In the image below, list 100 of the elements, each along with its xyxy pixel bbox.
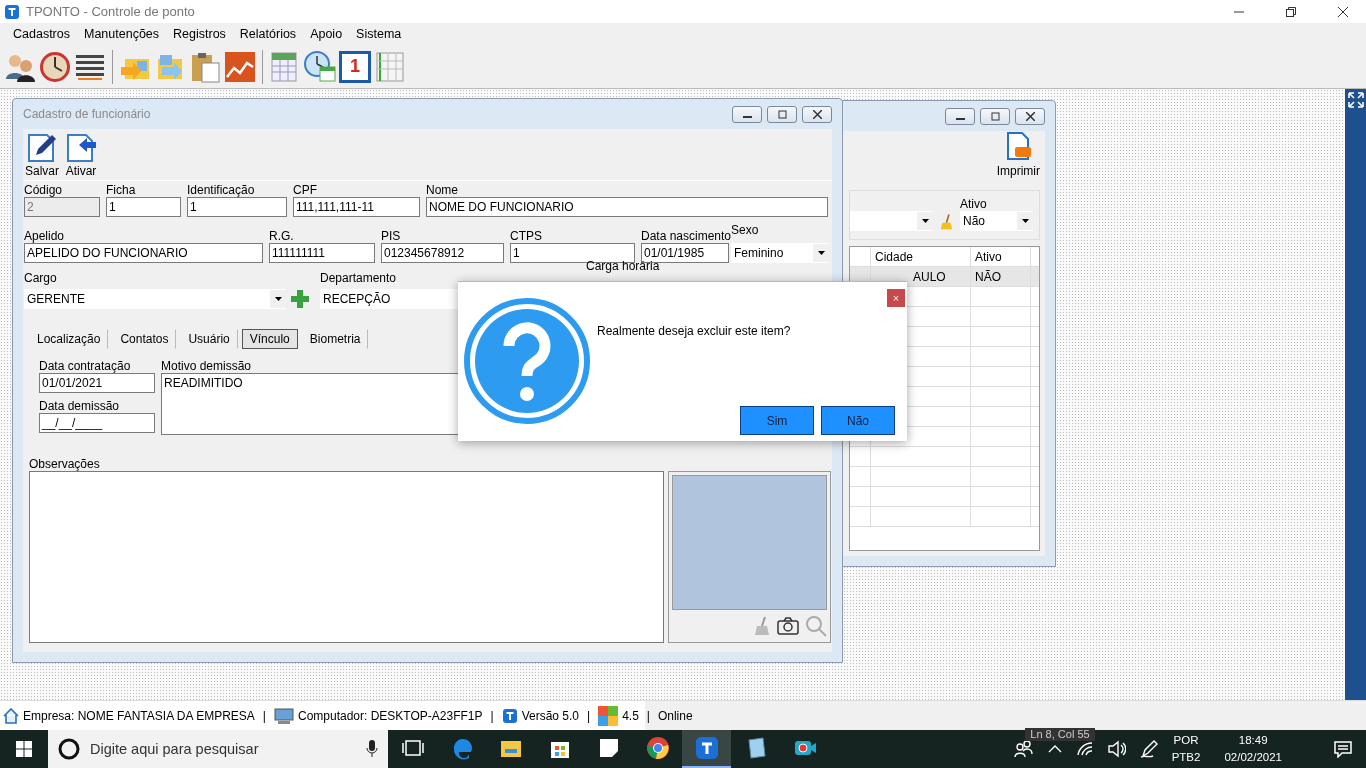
field-label: Identificação: [187, 183, 256, 197]
pen-icon[interactable]: [1139, 739, 1158, 759]
clock[interactable]: 18:49 02/02/2021: [1224, 732, 1282, 766]
caret-icon: [817, 251, 825, 255]
date-field[interactable]: 01/01/2021: [39, 373, 155, 393]
search-field[interactable]: Digite aqui para pesquisar: [48, 730, 388, 768]
close-button[interactable]: ×: [887, 289, 905, 307]
grid-icon[interactable]: [374, 50, 406, 83]
tab[interactable]: Biometria: [301, 329, 369, 349]
text-field[interactable]: 01/01/1985: [641, 243, 729, 263]
calendar-icon[interactable]: 1: [339, 50, 371, 83]
cortana-icon: [58, 738, 80, 760]
yes-button[interactable]: Sim: [740, 406, 814, 435]
restore-icon[interactable]: [777, 109, 787, 119]
menu-item[interactable]: Cadastros: [6, 27, 77, 41]
close-icon[interactable]: [1338, 6, 1348, 17]
chrome-icon[interactable]: [645, 736, 670, 760]
print-button[interactable]: Imprimir: [996, 131, 1040, 178]
clock-calendar-icon[interactable]: [304, 50, 336, 83]
text-field[interactable]: 1: [106, 197, 181, 217]
plus-icon[interactable]: [290, 289, 310, 309]
no-button[interactable]: Não: [821, 406, 895, 435]
menu-item[interactable]: Sistema: [349, 27, 409, 41]
tab[interactable]: Usuário: [180, 329, 238, 349]
column-header: Ativo: [971, 247, 1031, 266]
tiles-icon: [598, 705, 619, 726]
menu-item[interactable]: Relatórios: [232, 27, 304, 41]
windows-icon[interactable]: [16, 741, 32, 757]
computer-icon: [273, 707, 294, 724]
date-field[interactable]: __/__/____: [39, 413, 155, 433]
text-field[interactable]: 1: [187, 197, 287, 217]
text-field[interactable]: 111111111: [269, 243, 375, 263]
status-item: Online: [657, 708, 693, 723]
tab[interactable]: Contatos: [112, 329, 177, 349]
text-field[interactable]: 012345678912: [381, 243, 504, 263]
pencil-page-icon[interactable]: [26, 131, 58, 163]
people-icon[interactable]: [1013, 740, 1034, 758]
close-icon[interactable]: [1025, 111, 1035, 121]
clock-icon[interactable]: [39, 50, 71, 83]
dialog-message: Realmente deseja excluir este item?: [597, 324, 792, 338]
status-item: 4.5: [622, 708, 639, 723]
restore-icon[interactable]: [1286, 6, 1296, 17]
separator: |: [262, 708, 266, 723]
caret-up-icon[interactable]: [1047, 744, 1062, 754]
camera-icon[interactable]: [777, 616, 799, 636]
separator: |: [490, 708, 494, 723]
microphone-icon[interactable]: [366, 740, 378, 758]
activate-button[interactable]: Ativar: [65, 131, 97, 180]
menu-item[interactable]: Apoio: [303, 27, 350, 41]
caret-icon: [921, 219, 929, 223]
window-title: TPONTO - Controle de ponto: [26, 4, 196, 19]
menu-item[interactable]: Registros: [166, 27, 233, 41]
app-logo-icon[interactable]: [4, 3, 20, 20]
fullscreen-icon[interactable]: [1347, 92, 1364, 108]
menu-item[interactable]: Manutenções: [77, 27, 167, 41]
field-label: Nome: [426, 183, 459, 197]
arrow-page-icon[interactable]: [65, 131, 97, 163]
volume-icon[interactable]: [1107, 740, 1126, 758]
tab[interactable]: Localização: [29, 329, 109, 349]
task-view-icon[interactable]: [400, 738, 425, 758]
sexo-combo[interactable]: Feminino: [731, 243, 829, 263]
field-label: CTPS: [510, 229, 543, 243]
restore-icon[interactable]: [990, 111, 1000, 121]
field-label: Data nascimento: [641, 229, 729, 243]
input-language[interactable]: POR PTB2: [1171, 732, 1201, 766]
field-label: Cargo: [24, 271, 58, 285]
field-label: R.G.: [269, 229, 295, 243]
field-label: Data demissão: [39, 399, 121, 413]
close-icon[interactable]: [812, 109, 822, 119]
wifi-icon[interactable]: [1075, 741, 1094, 757]
save-button[interactable]: Salvar: [25, 131, 59, 180]
caret-icon: [1021, 219, 1029, 223]
caret-icon: [274, 297, 282, 301]
ativo-combo[interactable]: Não: [960, 211, 1033, 231]
text-field[interactable]: 111,111,111-11: [293, 197, 420, 217]
chart-icon[interactable]: [224, 50, 256, 83]
editor-position: Ln 8, Col 55: [1025, 728, 1095, 741]
clipboard-icon[interactable]: [189, 50, 221, 83]
window-title: Cadastro de funcionário: [23, 107, 151, 121]
column-header: Cidade: [871, 247, 971, 266]
separator: |: [646, 708, 650, 723]
field-label: CPF: [293, 183, 318, 197]
notification-icon[interactable]: [1334, 740, 1352, 758]
question-icon[interactable]: [463, 298, 591, 425]
cargo-combo[interactable]: GERENTE: [24, 289, 286, 309]
field-label: Apelido: [24, 229, 66, 243]
app-logo-icon[interactable]: [694, 736, 719, 760]
field-label: Observações: [29, 457, 100, 471]
field-label: Ficha: [106, 183, 137, 197]
tab[interactable]: Vínculo: [241, 329, 298, 349]
broom-icon[interactable]: [939, 211, 954, 231]
table-cell: NÃO: [971, 267, 1031, 286]
text-field[interactable]: NOME DO FUNCIONARIO: [426, 197, 828, 217]
status-item: Computador: DESKTOP-A23FF1P: [297, 708, 483, 723]
status-item: Versão 5.0: [521, 708, 579, 723]
separator: |: [587, 708, 591, 723]
text-field[interactable]: APELIDO DO FUNCIONARIO: [24, 243, 263, 263]
field-label: Departamento: [320, 271, 398, 285]
app-logo-icon: [501, 707, 518, 724]
field-label: Data contratação: [39, 359, 132, 373]
